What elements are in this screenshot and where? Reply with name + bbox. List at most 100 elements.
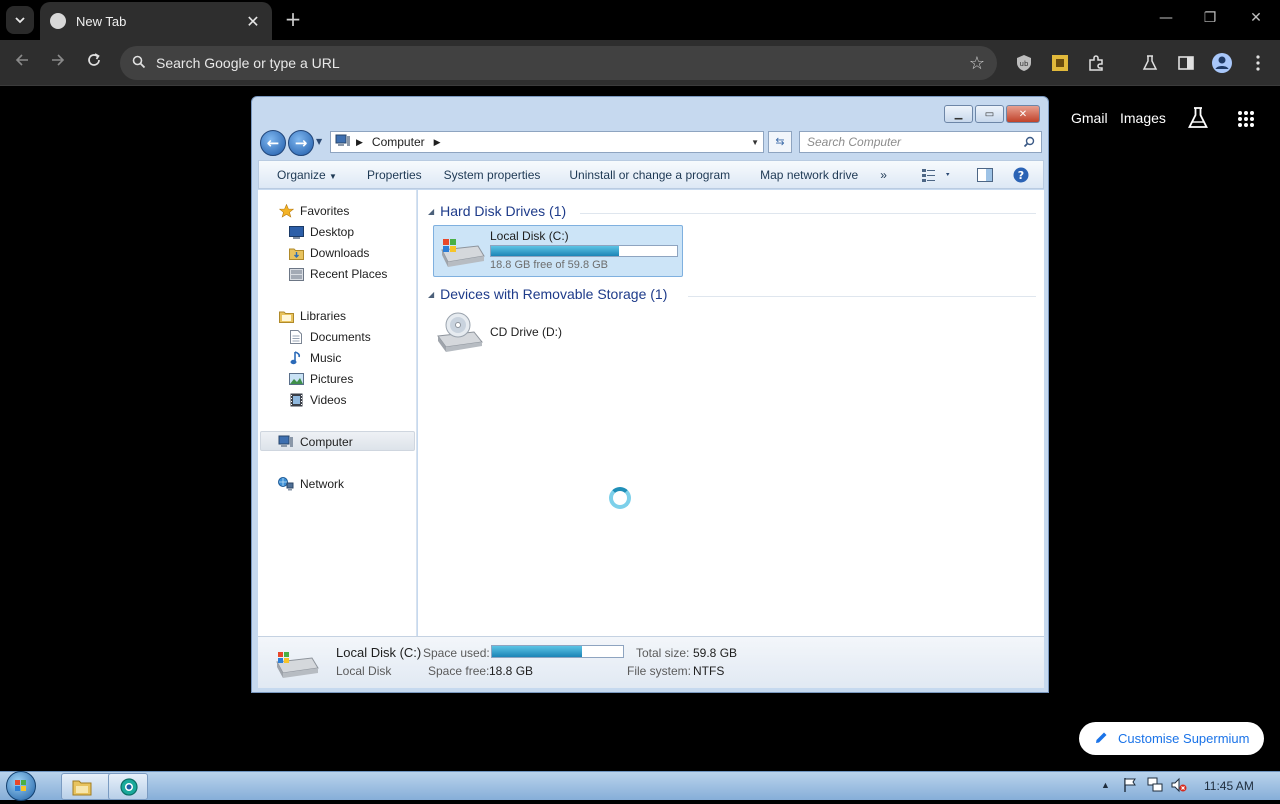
documents-icon (288, 330, 304, 344)
videos-film-icon (288, 393, 304, 407)
extension-yellow-icon[interactable] (1049, 52, 1071, 74)
bookmark-star-icon[interactable]: ☆ (969, 53, 985, 74)
nav-network[interactable]: Network (278, 474, 344, 494)
explorer-minimize-button[interactable]: ▁ (944, 105, 973, 123)
nav-downloads[interactable]: Downloads (288, 243, 369, 263)
cd-drive-icon[interactable] (436, 312, 486, 359)
navigation-pane: Favorites Desktop Downloads Recent Place… (258, 190, 417, 636)
organize-menu[interactable]: Organize ▼ (259, 168, 348, 182)
breadcrumb-computer[interactable]: Computer (372, 135, 425, 149)
group-removable-storage[interactable]: ◢ Devices with Removable Storage (1) (428, 286, 667, 302)
close-window-button[interactable]: ✕ (1245, 10, 1267, 26)
apps-grid-icon[interactable] (1237, 110, 1255, 131)
help-icon[interactable]: ? (1013, 167, 1029, 186)
space-free-value: 18.8 GB (489, 664, 534, 678)
group-divider (580, 213, 1036, 214)
minimize-window-button[interactable]: — (1155, 10, 1177, 26)
uninstall-program-button[interactable]: Uninstall or change a program (551, 168, 741, 182)
search-box[interactable] (799, 131, 1042, 153)
labs-link-icon[interactable] (1187, 106, 1209, 133)
nav-desktop[interactable]: Desktop (288, 222, 354, 242)
side-panel-icon[interactable] (1175, 52, 1197, 74)
drive-c-tile[interactable]: Local Disk (C:) 18.8 GB free of 59.8 GB (433, 225, 683, 277)
reload-button[interactable] (82, 51, 106, 75)
action-center-flag-icon[interactable] (1123, 777, 1137, 796)
folder-icon (72, 780, 92, 796)
computer-icon (278, 435, 294, 449)
browser-menu-icon[interactable] (1247, 52, 1269, 74)
network-icon (278, 477, 294, 491)
start-button[interactable] (6, 771, 36, 801)
nav-recent-places[interactable]: Recent Places (288, 264, 387, 284)
svg-text:ub: ub (1020, 60, 1029, 68)
cd-drive-label[interactable]: CD Drive (D:) (490, 325, 562, 339)
command-bar: Organize ▼ Properties System properties … (258, 160, 1044, 189)
arrow-right-icon (52, 54, 65, 66)
show-hidden-icons-icon[interactable]: ▲ (1101, 780, 1110, 790)
volume-muted-icon[interactable] (1171, 777, 1187, 796)
extensions-puzzle-icon[interactable] (1085, 52, 1107, 74)
address-bar[interactable]: ▶ Computer ▶ ▼ (330, 131, 764, 153)
ublock-extension-icon[interactable]: ub (1013, 52, 1035, 74)
omnibox-input[interactable] (156, 55, 946, 71)
forward-button[interactable] (46, 51, 70, 75)
properties-button[interactable]: Properties (348, 168, 433, 182)
tab-search-button[interactable] (6, 6, 34, 34)
clock-time[interactable]: 11:45 AM (1204, 779, 1254, 793)
tab-new-tab[interactable]: New Tab ✕ (40, 2, 272, 40)
tab-title: New Tab (76, 13, 127, 29)
explorer-maximize-button[interactable]: ▭ (975, 105, 1004, 123)
back-button[interactable] (10, 51, 34, 75)
explorer-close-button[interactable]: ✕ (1006, 105, 1040, 123)
images-link[interactable]: Images (1120, 110, 1166, 126)
nav-computer[interactable]: Computer (278, 432, 353, 452)
more-commands-button[interactable]: » (869, 168, 898, 182)
recent-places-icon (288, 267, 304, 281)
recent-pages-dropdown-icon[interactable]: ▼ (316, 137, 322, 146)
address-dropdown-icon[interactable]: ▼ (751, 138, 759, 147)
map-network-drive-button[interactable]: Map network drive (741, 168, 869, 182)
nav-documents[interactable]: Documents (288, 327, 371, 347)
customise-button[interactable]: Customise Supermium (1079, 722, 1264, 755)
new-tab-button[interactable]: + (282, 8, 304, 30)
details-drive-name: Local Disk (C:) (336, 645, 422, 660)
details-pane: Local Disk (C:) Local Disk Space used: S… (258, 636, 1044, 688)
windows-logo-icon (15, 780, 26, 791)
libraries-icon (278, 309, 294, 323)
drive-c-usage-bar (490, 245, 678, 257)
group-hard-disk-drives[interactable]: ◢ Hard Disk Drives (1) (428, 203, 566, 219)
nav-pictures[interactable]: Pictures (288, 369, 353, 389)
network-tray-icon[interactable] (1147, 777, 1163, 796)
nav-videos[interactable]: Videos (288, 390, 346, 410)
explorer-window: ▁ ▭ ✕ ← → ▼ ▶ Computer ▶ ▼ ⇆ Organize ▼ … (251, 96, 1049, 693)
preview-pane-icon[interactable] (977, 168, 993, 185)
search-input[interactable] (807, 135, 1017, 149)
details-usage-fill (492, 646, 582, 657)
collapse-triangle-icon: ◢ (428, 289, 435, 299)
search-icon (132, 54, 154, 73)
gmail-link[interactable]: Gmail (1071, 110, 1108, 126)
nav-music[interactable]: Music (288, 348, 341, 368)
drive-c-free-text: 18.8 GB free of 59.8 GB (490, 259, 609, 271)
labs-flask-icon[interactable] (1139, 52, 1161, 74)
nav-favorites[interactable]: Favorites (278, 201, 349, 221)
tab-close-icon[interactable]: ✕ (244, 12, 262, 31)
tab-favicon-icon (50, 13, 66, 29)
nav-libraries[interactable]: Libraries (278, 306, 346, 326)
drive-c-usage-fill (491, 246, 619, 256)
arrow-left-icon (15, 54, 28, 66)
system-properties-button[interactable]: System properties (433, 168, 552, 182)
refresh-button[interactable]: ⇆ (768, 131, 792, 153)
breadcrumb-child-chevron-icon[interactable]: ▶ (434, 137, 441, 148)
profile-avatar-icon[interactable] (1211, 52, 1233, 74)
change-view-icon[interactable] (922, 168, 952, 185)
omnibox[interactable]: ☆ (120, 46, 997, 80)
explorer-back-button[interactable]: ← (260, 130, 286, 156)
taskbar-browser-button[interactable] (108, 773, 148, 800)
breadcrumb-chevron-icon[interactable]: ▶ (356, 137, 363, 148)
loading-spinner-icon (609, 487, 631, 509)
restore-window-button[interactable]: ❐ (1199, 10, 1221, 26)
explorer-forward-button[interactable]: → (288, 130, 314, 156)
organize-dropdown-icon: ▼ (329, 171, 337, 181)
file-system-label: File system: (627, 664, 692, 678)
